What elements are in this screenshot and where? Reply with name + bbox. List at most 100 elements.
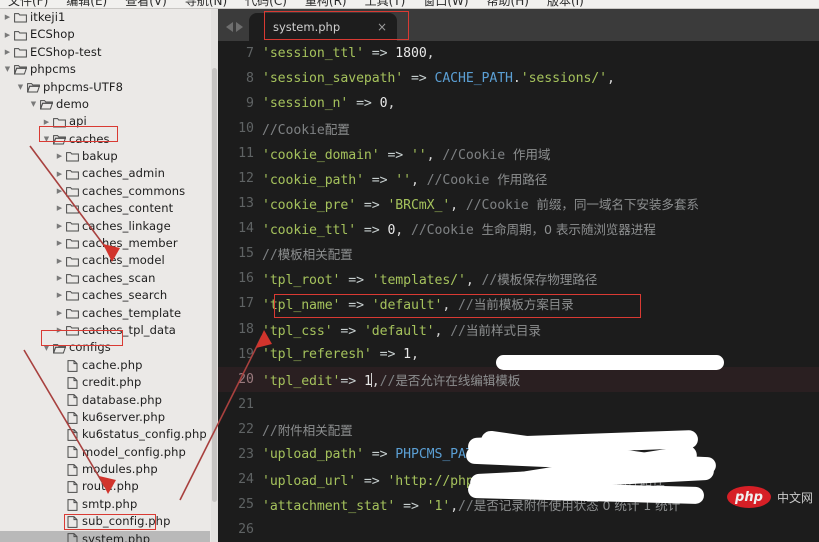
chevron-right-icon[interactable]: ▶ — [2, 14, 13, 21]
tree-item-database-php[interactable]: ▶database.php — [0, 392, 210, 409]
menu-bar[interactable]: 文件(F) 编辑(E) 查看(V) 导航(N) 代码(C) 重构(R) 工具(T) 窗口(W)… — [0, 0, 819, 9]
chevron-right-icon[interactable]: ▶ — [41, 118, 52, 126]
tree-item-credit-php[interactable]: ▶credit.php — [0, 374, 210, 391]
code-line-26[interactable]: 26 — [218, 517, 819, 542]
code-line-18[interactable]: 18 'tpl_css' => 'default', //当前样式目录 — [218, 317, 819, 342]
code-line-14[interactable]: 14 'cookie_ttl' => 0, //Cookie 生命周期，0 表示随… — [218, 216, 819, 241]
tree-item-ecshop[interactable]: ▶ ECShop — [0, 26, 210, 43]
menu-item-1[interactable]: 编辑(E) — [64, 0, 109, 8]
tree-item-itkeji1[interactable]: ▶ itkeji1 — [0, 9, 210, 26]
tree-item-cache-php[interactable]: ▶cache.php — [0, 357, 210, 374]
tree-item-caches-commons[interactable]: ▶ caches_commons — [0, 183, 210, 200]
chevron-down-icon[interactable]: ▼ — [2, 66, 13, 73]
tab-nav-arrows[interactable] — [218, 22, 249, 41]
tree-item-caches-content[interactable]: ▶ caches_content — [0, 200, 210, 217]
file-icon — [65, 463, 79, 476]
chevron-right-icon[interactable]: ▶ — [54, 275, 65, 282]
tree-item-route-php[interactable]: ▶route.php — [0, 479, 210, 496]
menu-item-5[interactable]: 重构(R) — [303, 0, 349, 8]
code-line-21[interactable]: 21 — [218, 392, 819, 417]
tree-item-system-php[interactable]: ▶system.php — [0, 530, 210, 542]
menu-item-8[interactable]: 帮助(H) — [485, 0, 531, 8]
chevron-right-icon[interactable]: ▶ — [54, 222, 65, 230]
menu-item-9[interactable]: 版本(I) — [545, 0, 586, 8]
code-content[interactable]: 7 'session_ttl' => 1800, 8 'session_savepat… — [218, 41, 819, 542]
chevron-right-icon[interactable]: ▶ — [54, 170, 65, 178]
code-line-text: 'cookie_ttl' => 0, //Cookie 生命周期，0 表示随浏览… — [262, 219, 656, 238]
code-line-16[interactable]: 16 'tpl_root' => 'templates/', //模板保存物理路径 — [218, 266, 819, 291]
tree-item-api[interactable]: ▶ api — [0, 113, 210, 130]
chevron-right-icon[interactable] — [236, 22, 243, 32]
chevron-right-icon[interactable]: ▶ — [2, 31, 13, 39]
tree-item-configs[interactable]: ▼ configs — [0, 339, 210, 356]
code-line-9[interactable]: 9 'session_n' => 0, — [218, 91, 819, 116]
tree-item-model-config-php[interactable]: ▶model_config.php — [0, 444, 210, 461]
editor-tab-system-php[interactable]: system.php × — [249, 13, 397, 41]
tree-item-caches[interactable]: ▼ caches — [0, 131, 210, 148]
menu-item-7[interactable]: 窗口(W) — [421, 0, 470, 8]
token-pun — [356, 374, 364, 389]
tree-item-caches-template[interactable]: ▶ caches_template — [0, 305, 210, 322]
tree-item-caches-linkage[interactable]: ▶ caches_linkage — [0, 218, 210, 235]
tree-item-smtp-php[interactable]: ▶smtp.php — [0, 496, 210, 513]
chevron-right-icon[interactable]: ▶ — [54, 257, 65, 265]
tree-item-caches-model[interactable]: ▶ caches_model — [0, 252, 210, 269]
folder-icon — [65, 273, 79, 285]
tree-item-caches-admin[interactable]: ▶ caches_admin — [0, 166, 210, 183]
file-icon — [65, 359, 79, 372]
token-pun — [364, 173, 372, 188]
menu-item-0[interactable]: 文件(F) — [6, 0, 50, 8]
chevron-right-icon[interactable]: ▶ — [54, 240, 65, 247]
token-cmtcn: 是否允许在线编辑模板 — [395, 372, 521, 388]
tree-item-caches-member[interactable]: ▶ caches_member — [0, 235, 210, 252]
chevron-down-icon[interactable]: ▼ — [28, 101, 39, 108]
token-pun — [348, 96, 356, 111]
code-line-15[interactable]: 15 //模板相关配置 — [218, 241, 819, 266]
code-line-20[interactable]: 20 'tpl_edit'=> 1,//是否允许在线编辑模板 — [218, 366, 819, 392]
tree-scrollbar-thumb[interactable] — [212, 68, 217, 502]
chevron-right-icon[interactable]: ▶ — [54, 153, 65, 160]
menu-item-6[interactable]: 工具(T) — [363, 0, 408, 8]
tree-item-phpcms-utf8[interactable]: ▼ phpcms-UTF8 — [0, 79, 210, 96]
tree-item-ecshop-test[interactable]: ▶ ECShop-test — [0, 44, 210, 61]
menu-item-2[interactable]: 查看(V) — [123, 0, 169, 8]
code-line-17[interactable]: 17 'tpl_name' => 'default', //当前模板方案目录 — [218, 291, 819, 316]
chevron-right-icon[interactable]: ▶ — [54, 309, 65, 317]
tree-item-bakup[interactable]: ▶ bakup — [0, 148, 210, 165]
token-pun — [403, 148, 411, 163]
chevron-down-icon[interactable]: ▼ — [15, 83, 26, 91]
tree-item-label: ku6server.php — [82, 409, 166, 424]
chevron-down-icon[interactable]: ▼ — [41, 135, 52, 143]
tree-item-caches-tpl-data[interactable]: ▶ caches_tpl_data — [0, 322, 210, 339]
code-line-13[interactable]: 13 'cookie_pre' => 'BRCmX_', //Cookie 前缀，… — [218, 191, 819, 216]
chevron-right-icon[interactable]: ▶ — [54, 327, 65, 334]
tree-item-modules-php[interactable]: ▶modules.php — [0, 461, 210, 478]
project-file-tree[interactable]: ▶ itkeji1 ▶ ECShop ▶ ECShop-test ▼ phpcms ▼ phpcm… — [0, 9, 218, 542]
close-icon[interactable]: × — [377, 21, 387, 33]
code-line-10[interactable]: 10 //Cookie配置 — [218, 116, 819, 141]
folder-icon — [65, 325, 79, 337]
tree-item-caches-search[interactable]: ▶ caches_search — [0, 287, 210, 304]
menu-item-4[interactable]: 代码(C) — [243, 0, 289, 8]
code-line-11[interactable]: 11 'cookie_domain' => '', //Cookie 作用域 — [218, 141, 819, 166]
folder-icon — [65, 238, 79, 250]
chevron-right-icon[interactable]: ▶ — [54, 188, 65, 195]
chevron-right-icon[interactable]: ▶ — [54, 292, 65, 299]
tree-item-sub-config-php[interactable]: ▶sub_config.php — [0, 513, 210, 530]
chevron-left-icon[interactable] — [226, 22, 233, 32]
chevron-right-icon[interactable]: ▶ — [54, 205, 65, 212]
tree-vertical-scrollbar[interactable] — [211, 9, 218, 542]
menu-item-3[interactable]: 导航(N) — [183, 0, 229, 8]
code-line-7[interactable]: 7 'session_ttl' => 1800, — [218, 41, 819, 66]
chevron-right-icon[interactable]: ▶ — [2, 48, 13, 56]
code-editor-panel[interactable]: system.php × 7 'session_ttl' => 1800, 8 'se… — [218, 9, 819, 542]
tree-item-ku6server-php[interactable]: ▶ku6server.php — [0, 409, 210, 426]
code-line-8[interactable]: 8 'session_savepath' => CACHE_PATH.'sessi… — [218, 66, 819, 91]
code-line-12[interactable]: 12 'cookie_path' => '', //Cookie 作用路径 — [218, 166, 819, 191]
tree-item-ku6status-config-php[interactable]: ▶ku6status_config.php — [0, 426, 210, 443]
token-str: '' — [395, 173, 411, 189]
tree-item-phpcms[interactable]: ▼ phpcms — [0, 61, 210, 78]
chevron-down-icon[interactable]: ▼ — [41, 344, 52, 352]
tree-item-demo[interactable]: ▼ demo — [0, 96, 210, 113]
tree-item-caches-scan[interactable]: ▶ caches_scan — [0, 270, 210, 287]
